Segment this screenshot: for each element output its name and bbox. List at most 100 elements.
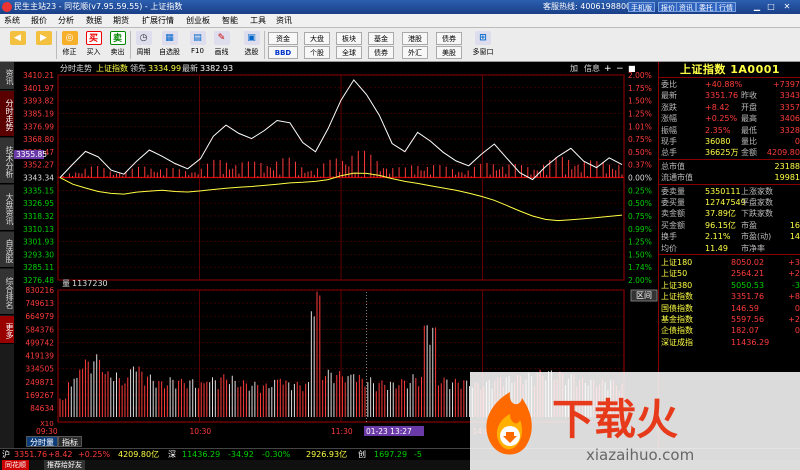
quote-row[interactable]: 委买量 12747549 平盘家数 (659, 197, 800, 208)
quote-row[interactable]: 现手 36080 量比 0 (659, 136, 800, 147)
stock-button[interactable]: 个股 (304, 46, 330, 59)
back-button[interactable]: ◀ (6, 30, 29, 60)
mobile-version-button[interactable]: 手机版 (628, 2, 655, 12)
market-button[interactable]: 行情 (716, 2, 736, 12)
menu-tools[interactable]: 工具 (250, 14, 266, 28)
index-list-item[interactable]: 上证指数 3351.76 +8 (659, 291, 800, 302)
tab-intraday[interactable]: 分时走势 (0, 91, 14, 137)
quote-button[interactable]: 报价 (658, 2, 678, 12)
maximize-icon[interactable]: □ (766, 2, 776, 12)
tab-technical[interactable]: 技术分析 (0, 138, 14, 184)
tab-recommend[interactable]: 推荐给好友 (44, 460, 85, 470)
add-label[interactable]: 加 (570, 63, 578, 73)
menu-quote[interactable]: 报价 (31, 14, 47, 28)
quote-row[interactable]: 振幅 2.35% 最低 3328 (659, 125, 800, 136)
index-list-item[interactable]: 上证50 2564.21 +2 (659, 268, 800, 279)
menu-extended-quote[interactable]: 扩展行情 (142, 14, 174, 28)
index-list-item[interactable]: 上证180 8050.02 +3 (659, 257, 800, 268)
market-index-button[interactable]: 大盘 (304, 32, 330, 45)
tab-watchlist[interactable]: 自选股 (0, 232, 14, 268)
sector-button[interactable]: 板块 (336, 32, 362, 45)
quote-label: 涨跌 (661, 102, 677, 112)
quote-row[interactable]: 买金额 96.15亿 市盈 16 (659, 220, 800, 231)
capital-button[interactable]: 资金 (268, 32, 298, 45)
panel-divider (659, 183, 800, 185)
index-list-item[interactable]: 企债指数 182.07 0 (659, 325, 800, 336)
quote-label: 最新 (661, 91, 677, 101)
multi-window-icon: ⊞ (475, 31, 491, 45)
maximize-chart-icon[interactable]: ■ (628, 64, 636, 73)
quote-row[interactable]: 流通市值 19981 (659, 172, 800, 183)
news-button[interactable]: 资讯 (676, 2, 696, 12)
hk-stock-button[interactable]: 港股 (402, 32, 428, 45)
menu-smart[interactable]: 智能 (222, 14, 238, 28)
fund-button[interactable]: 基金 (368, 32, 394, 45)
time-tick-label: 10:30 (190, 427, 212, 436)
buy-button[interactable]: 买 买入 (82, 30, 105, 60)
bond-button[interactable]: 债券 (368, 46, 394, 59)
tab-news[interactable]: 资讯 (0, 62, 14, 90)
sell-button[interactable]: 卖 卖出 (106, 30, 129, 60)
index-list-item[interactable]: 深证成指 11436.29 (659, 337, 800, 348)
multi-window-button[interactable]: ⊞ 多窗口 (470, 30, 496, 60)
percent-tick-label: 1.25% (628, 238, 652, 247)
menu-news[interactable]: 资讯 (276, 14, 292, 28)
draw-line-button[interactable]: ✎ 画线 (210, 30, 233, 60)
app-logo-icon (2, 2, 12, 12)
menu-futures[interactable]: 期货 (113, 14, 129, 28)
quote-label: 委比 (661, 80, 677, 89)
quote-label: 上涨家数 (741, 186, 773, 196)
quote-value: 3343 (779, 91, 800, 101)
watchlist-button[interactable]: ▦ 自选股 (158, 30, 181, 60)
tab-ranking[interactable]: 综合排名 (0, 269, 14, 315)
bond-button-2[interactable]: 债券 (436, 32, 462, 45)
volume-unit: X10 (40, 420, 54, 428)
quote-row[interactable]: 卖金额 37.89亿 下跌家数 (659, 208, 800, 219)
us-stock-button[interactable]: 美股 (436, 46, 462, 59)
tab-volume[interactable]: 分时量 (26, 436, 58, 447)
toolbar-separator (130, 31, 131, 59)
global-button[interactable]: 全球 (336, 46, 362, 59)
menu-data[interactable]: 数据 (86, 14, 102, 28)
index-list-item[interactable]: 基金指数 5597.56 +2 (659, 314, 800, 325)
f10-button[interactable]: ▤ F10 (186, 30, 209, 60)
correct-button[interactable]: ◎ 修正 (58, 30, 81, 60)
volume-tick-label: 249871 (25, 378, 54, 387)
tab-more[interactable]: 更多 (0, 316, 14, 344)
quote-row[interactable]: 总手 36625万 金额 4209.80 (659, 147, 800, 158)
info-label[interactable]: 信息 (584, 63, 600, 73)
trade-button[interactable]: 委托 (696, 2, 716, 12)
menu-analysis[interactable]: 分析 (58, 14, 74, 28)
minimize-icon[interactable]: ▁ (752, 2, 762, 12)
quote-row[interactable]: 总市值 23188 (659, 161, 800, 172)
index-value: 11436.29 (731, 337, 770, 347)
stock-picker-button[interactable]: ▣ 选股 (240, 30, 263, 60)
tab-indicator[interactable]: 指标 (58, 436, 82, 447)
period-button[interactable]: ◷ 周期 (132, 30, 155, 60)
quote-row[interactable]: 换手 2.11% 市盈(动) 14 (659, 231, 800, 242)
quote-row[interactable]: 涨幅 +0.25% 最高 3406 (659, 113, 800, 124)
quote-row[interactable]: 涨跌 +8.42 开盘 3357 (659, 102, 800, 113)
tab-tonghuashun[interactable]: 同花顺 (2, 460, 29, 470)
forex-button[interactable]: 外汇 (402, 46, 428, 59)
quote-row[interactable]: 委卖量 5350111 上涨家数 (659, 186, 800, 197)
zoom-out-icon[interactable]: − (616, 64, 624, 74)
close-icon[interactable]: ✕ (782, 2, 792, 12)
index-list-item[interactable]: 国债指数 146.59 0 (659, 303, 800, 314)
quote-row[interactable]: 最新 3351.76 昨收 3343 (659, 90, 800, 101)
f10-label: F10 (191, 47, 204, 55)
zoom-in-icon[interactable]: + (604, 64, 612, 74)
percent-tick-label: 0.50% (628, 199, 652, 208)
quote-row[interactable]: 均价 11.49 市净率 (659, 243, 800, 254)
quote-label: 市净率 (741, 243, 765, 253)
forward-button[interactable]: ▶ (32, 30, 55, 60)
quote-row[interactable]: 委比 +40.88% +7397 (659, 79, 800, 90)
bbd-button[interactable]: BBD (268, 46, 298, 59)
buy-label: 买入 (86, 48, 101, 56)
menu-gem[interactable]: 创业板 (186, 14, 210, 28)
index-list-item[interactable]: 上证380 5050.53 -3 (659, 280, 800, 291)
price-tick-label: 3410.21 (23, 71, 54, 80)
menu-system[interactable]: 系统 (4, 14, 20, 28)
index-name: 基金指数 (661, 315, 693, 324)
tab-market-news[interactable]: 大盘资讯 (0, 185, 14, 231)
